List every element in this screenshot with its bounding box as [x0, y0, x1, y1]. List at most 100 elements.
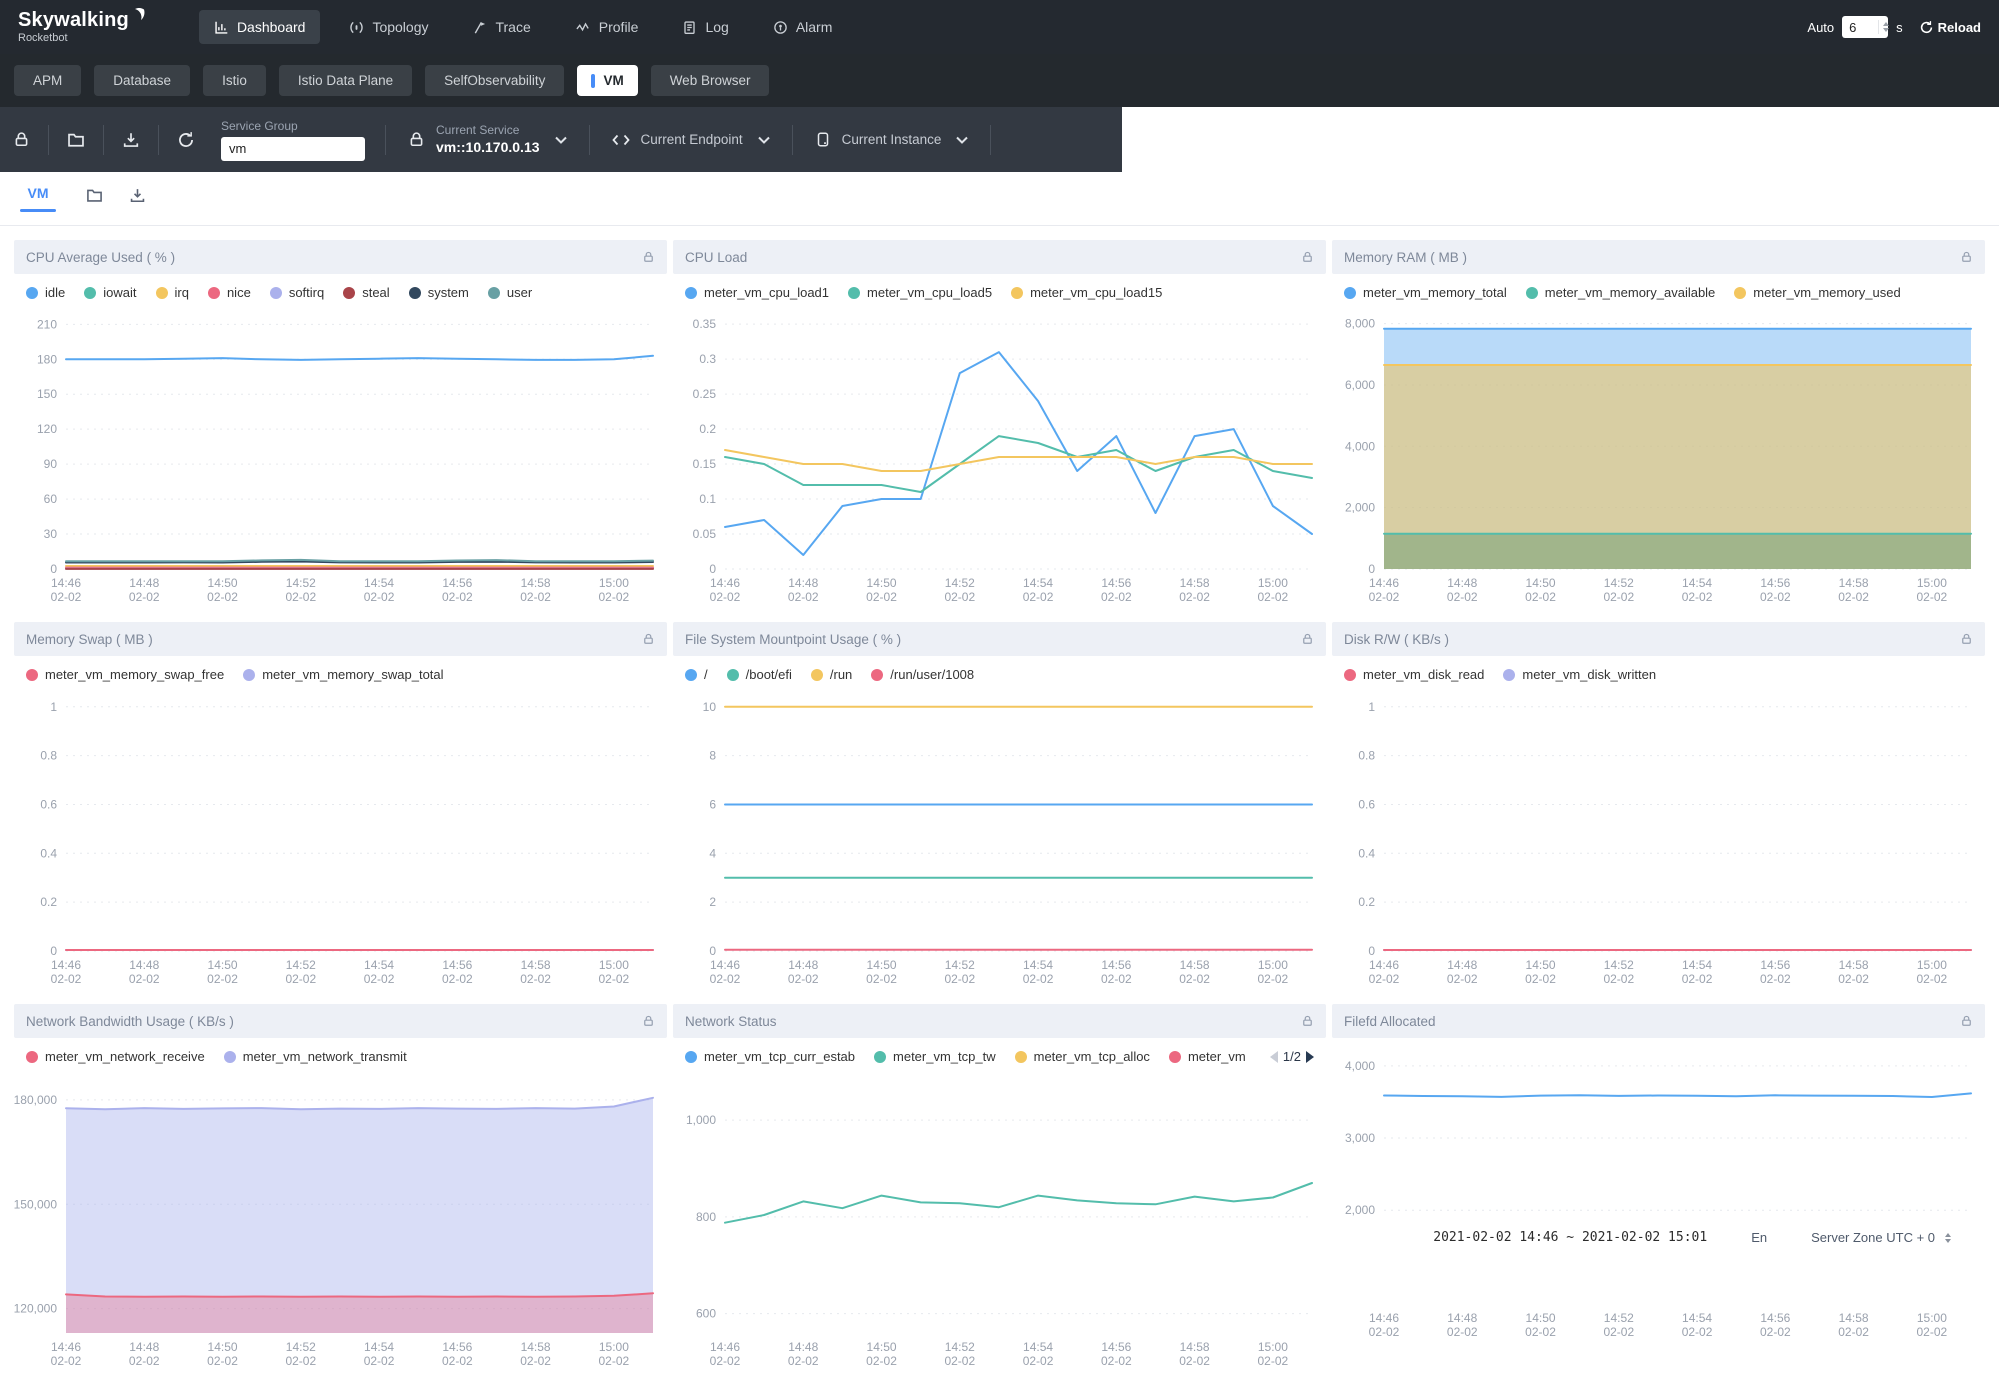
folder-button[interactable]: [55, 119, 97, 161]
chart-panel: Filefd Allocated4,0003,0002,00014:4602-0…: [1332, 1004, 1985, 1373]
add-tab-folder-button[interactable]: [86, 187, 103, 204]
legend-item[interactable]: irq: [156, 285, 189, 300]
refresh-icon: [177, 131, 195, 149]
service-group-input[interactable]: [221, 137, 365, 161]
time-range-picker[interactable]: 2021-02-02 14:46 ~ 2021-02-02 15:01: [1433, 1230, 1707, 1245]
svg-text:02-02: 02-02: [944, 1354, 975, 1368]
legend-item[interactable]: meter_vm_memory_available: [1526, 285, 1716, 300]
server-zone-selector[interactable]: Server Zone UTC + 0: [1811, 1230, 1951, 1245]
export-tab-button[interactable]: [129, 187, 146, 204]
panel-lock-button[interactable]: [1301, 250, 1314, 264]
stepper-arrows-icon[interactable]: [1878, 20, 1893, 34]
svg-text:6: 6: [709, 797, 716, 811]
legend-item[interactable]: meter_vm_memory_total: [1344, 285, 1507, 300]
nav-item-profile[interactable]: Profile: [560, 10, 654, 44]
log-icon: [682, 20, 697, 35]
legend-item[interactable]: meter_vm_tcp_alloc: [1015, 1049, 1150, 1064]
reload-button[interactable]: Reload: [1919, 20, 1981, 35]
panel-lock-button[interactable]: [1960, 632, 1973, 646]
legend-item[interactable]: meter_vm_memory_swap_free: [26, 667, 224, 682]
nav-item-dashboard[interactable]: Dashboard: [199, 10, 321, 44]
legend-item[interactable]: meter_vm_cpu_load5: [848, 285, 992, 300]
chart-panel: Network Statusmeter_vm_tcp_curr_estabmet…: [673, 1004, 1326, 1373]
legend-item[interactable]: meter_vm_disk_written: [1503, 667, 1656, 682]
page-tab-istio-data-plane[interactable]: Istio Data Plane: [279, 65, 412, 96]
svg-text:02-02: 02-02: [1525, 972, 1556, 986]
lock-button[interactable]: [0, 119, 42, 161]
panel-lock-button[interactable]: [1301, 1014, 1314, 1028]
legend-item[interactable]: nice: [208, 285, 251, 300]
nav-item-trace[interactable]: Trace: [457, 10, 545, 44]
panel-lock-button[interactable]: [642, 1014, 655, 1028]
legend-item[interactable]: idle: [26, 285, 65, 300]
svg-text:02-02: 02-02: [788, 972, 819, 986]
current-service-select[interactable]: Current Service vm::10.170.0.13: [392, 123, 583, 156]
brand-logo[interactable]: Skywalking Rocketbot: [18, 10, 147, 44]
page-tab-selfobservability[interactable]: SelfObservability: [425, 65, 564, 96]
legend-item[interactable]: /: [685, 667, 708, 682]
instance-icon: [815, 131, 831, 148]
pager-prev-icon[interactable]: [1270, 1051, 1278, 1063]
svg-text:02-02: 02-02: [442, 1354, 473, 1368]
svg-text:02-02: 02-02: [1179, 590, 1210, 604]
legend-item[interactable]: meter_vm: [1169, 1049, 1246, 1064]
legend-item[interactable]: meter_vm_memory_swap_total: [243, 667, 443, 682]
legend-item[interactable]: iowait: [84, 285, 136, 300]
panel-lock-button[interactable]: [642, 250, 655, 264]
nav-item-topology[interactable]: Topology: [334, 10, 443, 44]
legend-item[interactable]: /run: [811, 667, 852, 682]
pager-next-icon[interactable]: [1306, 1051, 1314, 1063]
page-tab-database[interactable]: Database: [94, 65, 190, 96]
page-tab-istio[interactable]: Istio: [203, 65, 266, 96]
chart-panel: CPU Loadmeter_vm_cpu_load1meter_vm_cpu_l…: [673, 240, 1326, 609]
svg-text:02-02: 02-02: [599, 972, 630, 986]
legend-item[interactable]: meter_vm_cpu_load15: [1011, 285, 1162, 300]
svg-text:02-02: 02-02: [51, 590, 82, 604]
auto-interval-input[interactable]: [1842, 20, 1877, 35]
legend-item[interactable]: meter_vm_network_receive: [26, 1049, 205, 1064]
auto-interval-stepper[interactable]: [1842, 16, 1888, 38]
current-instance-select[interactable]: Current Instance: [799, 131, 985, 148]
service-group-label: Service Group: [221, 119, 365, 133]
legend-item[interactable]: system: [409, 285, 469, 300]
lock-icon: [1301, 250, 1314, 264]
legend-item[interactable]: /run/user/1008: [871, 667, 974, 682]
svg-text:1: 1: [1368, 700, 1375, 714]
page-tab-web-browser[interactable]: Web Browser: [651, 65, 770, 96]
legend-item[interactable]: /boot/efi: [727, 667, 792, 682]
svg-text:14:58: 14:58: [521, 1340, 551, 1354]
zone-stepper-icon[interactable]: [1945, 1233, 1951, 1243]
legend-item[interactable]: steal: [343, 285, 389, 300]
language-selector[interactable]: En: [1751, 1230, 1767, 1245]
profile-icon: [575, 20, 591, 35]
panel-lock-button[interactable]: [1960, 250, 1973, 264]
svg-text:02-02: 02-02: [710, 1354, 741, 1368]
svg-text:0.2: 0.2: [40, 895, 57, 909]
legend-item[interactable]: meter_vm_disk_read: [1344, 667, 1484, 682]
main-nav: Dashboard Topology Trace Profile Log: [199, 10, 847, 44]
legend-item[interactable]: user: [488, 285, 532, 300]
legend-item[interactable]: meter_vm_tcp_tw: [874, 1049, 996, 1064]
nav-item-alarm[interactable]: Alarm: [758, 10, 848, 44]
page-tab-vm[interactable]: VM: [577, 65, 637, 96]
tab-vm[interactable]: VM: [20, 185, 56, 212]
legend-item[interactable]: meter_vm_memory_used: [1734, 285, 1900, 300]
legend-item[interactable]: meter_vm_cpu_load1: [685, 285, 829, 300]
svg-text:02-02: 02-02: [1682, 1325, 1713, 1339]
lock-icon: [1960, 250, 1973, 264]
legend-item[interactable]: softirq: [270, 285, 324, 300]
svg-text:02-02: 02-02: [1603, 1325, 1634, 1339]
legend-item[interactable]: meter_vm_tcp_curr_estab: [685, 1049, 855, 1064]
svg-text:14:48: 14:48: [788, 1340, 818, 1354]
panel-lock-button[interactable]: [1301, 632, 1314, 646]
panel-lock-button[interactable]: [642, 632, 655, 646]
current-endpoint-select[interactable]: Current Endpoint: [596, 132, 786, 147]
import-button[interactable]: [110, 119, 152, 161]
legend-item[interactable]: meter_vm_network_transmit: [224, 1049, 407, 1064]
nav-item-log[interactable]: Log: [667, 10, 743, 44]
refresh-button[interactable]: [165, 119, 207, 161]
chart-panel: Network Bandwidth Usage ( KB/s )meter_vm…: [14, 1004, 667, 1373]
panel-lock-button[interactable]: [1960, 1014, 1973, 1028]
page-tab-apm[interactable]: APM: [14, 65, 81, 96]
svg-text:0.25: 0.25: [693, 387, 717, 401]
